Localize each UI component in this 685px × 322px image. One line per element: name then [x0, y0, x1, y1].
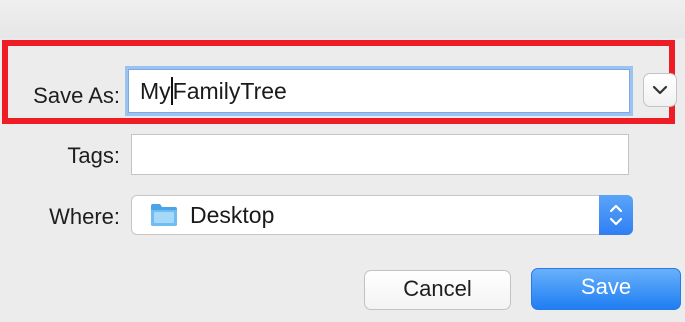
- save-as-value-after-caret: FamilyTree: [172, 78, 287, 104]
- up-down-arrows-icon: [609, 204, 623, 226]
- save-as-value: MyFamilyTree: [140, 76, 287, 106]
- where-popup[interactable]: Desktop: [131, 195, 633, 235]
- tags-input[interactable]: [131, 134, 629, 175]
- cancel-button[interactable]: Cancel: [364, 270, 511, 310]
- folder-icon: [151, 204, 177, 226]
- save-as-value-before-caret: My: [140, 78, 171, 104]
- save-as-label: Save As:: [33, 83, 120, 108]
- title-bar: [0, 0, 685, 38]
- where-selected-value: Desktop: [190, 202, 275, 228]
- tags-label: Tags:: [67, 143, 120, 168]
- save-button[interactable]: Save: [531, 268, 681, 310]
- where-label: Where:: [49, 204, 120, 229]
- save-as-input[interactable]: MyFamilyTree: [128, 69, 630, 113]
- where-stepper[interactable]: [599, 195, 633, 235]
- expand-dialog-button[interactable]: [643, 73, 677, 107]
- chevron-down-icon: [652, 85, 668, 95]
